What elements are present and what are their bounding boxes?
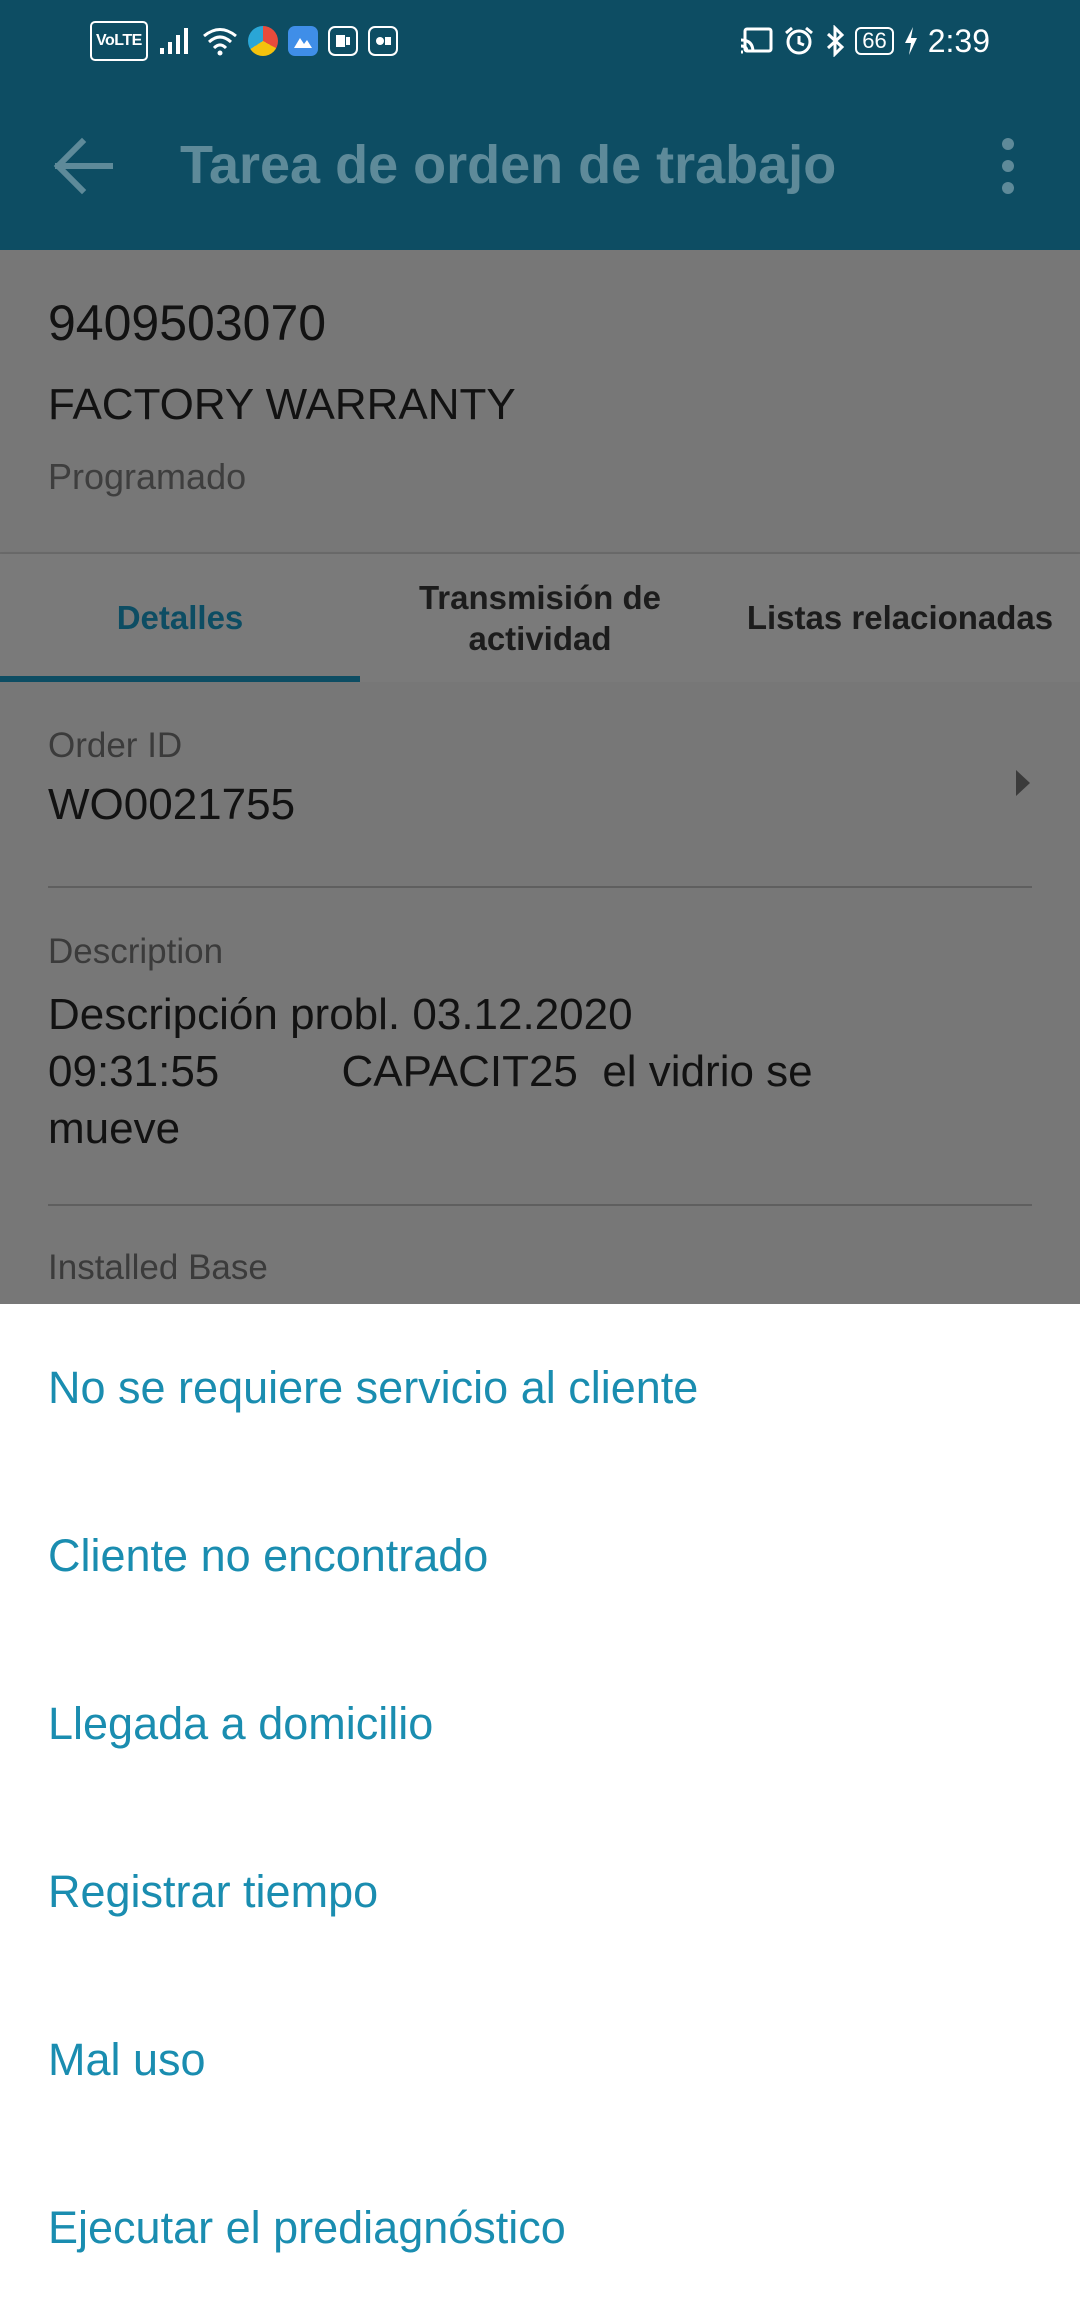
clock: 2:39 [927,22,990,59]
tab-detalles[interactable]: Detalles [0,554,360,682]
action-run-prediagnosis[interactable]: Ejecutar el prediagnóstico [0,2144,1080,2312]
order-header: 9409503070 FACTORY WARRANTY Programado [0,250,1080,554]
description-label: Description [48,932,224,971]
divider [48,1204,1032,1206]
cast-icon [739,21,773,61]
description-field: Description Descripción probl. 03.12.202… [48,932,1032,1157]
app-bar: Tarea de orden de trabajo [0,82,1080,250]
action-arrival-at-home[interactable]: Llegada a domicilio [0,1640,1080,1808]
divider [48,886,1032,888]
outlook-app-icon [367,26,398,56]
order-id-label: Order ID [48,726,183,765]
bluetooth-icon [825,21,845,61]
tab-transmision-actividad[interactable]: Transmisión de actividad [360,554,720,682]
order-status: Programado [48,456,247,497]
back-button[interactable] [48,132,116,200]
action-sheet: No se requiere servicio al cliente Clien… [0,1304,1080,2312]
more-vert-icon [1002,138,1014,194]
alarm-icon [783,21,815,61]
screen: VoLTE 66 2:39 Tarea de orden de trabajo … [0,0,1080,2312]
arrow-left-icon [53,137,113,195]
tab-bar: Detalles Transmisión de actividad Listas… [0,554,1080,682]
action-no-service-required[interactable]: No se requiere servicio al cliente [0,1304,1080,1472]
tab-listas-relacionadas[interactable]: Listas relacionadas [720,554,1080,682]
action-misuse[interactable]: Mal uso [0,1976,1080,2144]
page-title: Tarea de orden de trabajo [180,135,837,195]
status-bar: VoLTE 66 2:39 [0,0,1080,82]
installed-base-label: Installed Base [48,1248,268,1287]
order-id-value: WO0021755 [48,780,296,829]
wifi-icon [202,21,238,61]
order-number: 9409503070 [48,295,327,351]
status-bar-left: VoLTE [90,21,398,61]
office-app-icon [327,26,358,56]
action-customer-not-found[interactable]: Cliente no encontrado [0,1472,1080,1640]
description-value: Descripción probl. 03.12.2020 09:31:55 C… [48,990,813,1153]
status-bar-right: 66 2:39 [739,21,990,61]
details-panel: Order ID WO0021755 Description Descripci… [0,682,1080,1304]
gallery-app-icon [287,26,318,56]
order-type: FACTORY WARRANTY [48,380,516,429]
browser-app-icon [247,26,278,56]
battery-icon: 66 [855,27,894,55]
charging-icon [904,21,918,61]
volte-icon: VoLTE [90,21,148,61]
signal-icon [158,21,192,61]
more-options-button[interactable] [990,134,1026,198]
order-id-field[interactable]: Order ID WO0021755 [48,726,1032,833]
installed-base-field: Installed Base [48,1248,1032,1288]
chevron-right-icon [1016,770,1030,796]
action-register-time[interactable]: Registrar tiempo [0,1808,1080,1976]
